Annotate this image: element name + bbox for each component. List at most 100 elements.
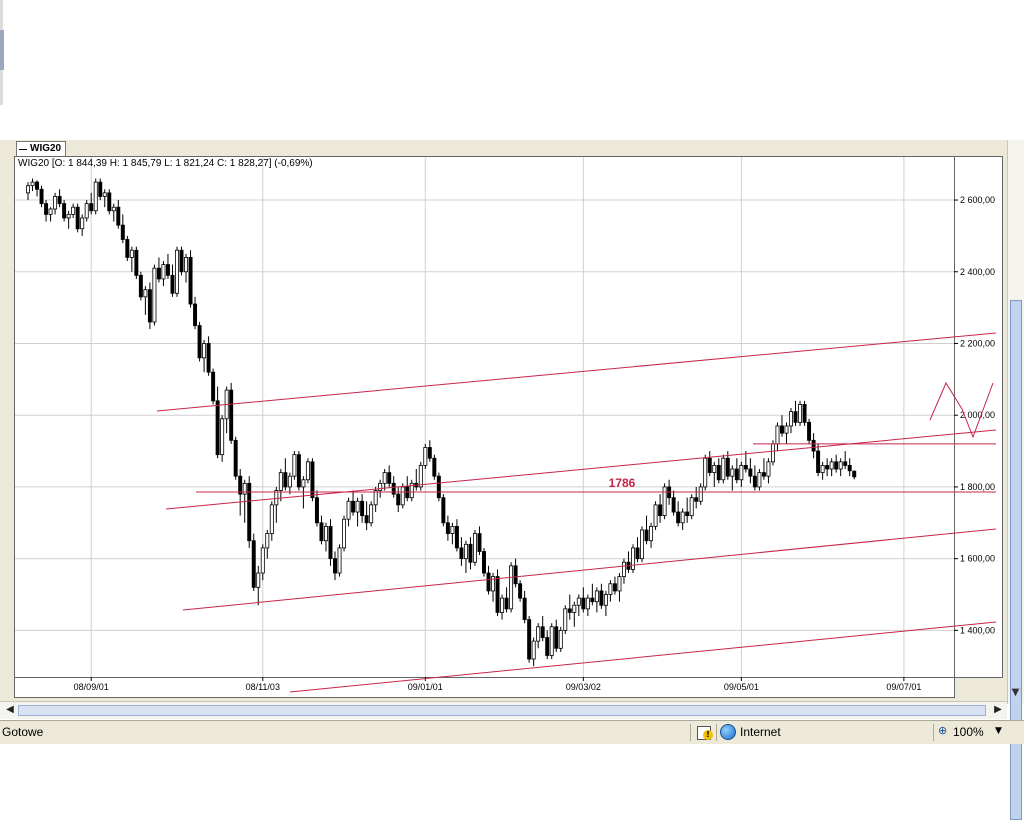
candle-up [53,196,58,210]
candle-up [531,640,536,660]
candle-up [820,465,825,473]
candle-down [581,597,586,610]
globe-icon [720,724,736,740]
candle-down [635,547,640,560]
candle-up [242,482,247,495]
candle-up [712,465,717,473]
x-tick-label: 09/05/01 [724,682,759,692]
trend-channel-line [165,429,997,510]
candle-down [567,608,572,613]
candle-down [748,468,753,477]
candle-down [468,543,473,563]
candle-up [355,500,360,513]
candle-up [789,411,793,427]
candle-down [387,472,392,484]
candle-up [373,490,378,506]
candle-up [536,626,541,642]
level-label: 1786 [609,476,636,490]
candle-up [680,511,685,524]
candle-down [545,637,550,656]
candle-down [707,457,712,473]
candle-up [129,249,134,258]
candle-down [852,470,857,478]
candle-down [527,619,532,660]
horizontal-scrollbar-thumb[interactable] [18,705,986,716]
candle-down [391,482,396,495]
candle-down [436,475,441,499]
candle-up [378,482,383,491]
candle-up [829,461,834,470]
candle-up [84,203,89,219]
scroll-left-arrow-icon[interactable]: ◀ [2,702,18,718]
security-zone-label: Internet [740,725,781,739]
candle-down [193,303,198,326]
candle-up [549,626,554,656]
candle-down [89,203,94,212]
status-bar: Gotowe ! Internet ⊕ 100% ▼ [0,720,1024,744]
scroll-right-arrow-icon[interactable]: ▶ [990,702,1006,718]
candle-up [640,529,644,560]
candle-up [152,267,157,323]
candle-up [509,565,514,610]
candle-up [93,181,98,212]
candle-up [649,525,654,542]
candle-up [274,490,279,506]
candlestick-chart: 2 600,00 2 400,00 2 200,00 2 000,00 1 800,00… [15,157,997,693]
candle-up [730,468,735,477]
zoom-level[interactable]: 100% [953,725,984,739]
candle-down [459,547,464,560]
candle-down [807,421,812,441]
candle-down [599,590,604,606]
candle-down [495,576,500,613]
candle-down [165,264,170,276]
candle-down [75,206,80,230]
candle-down [116,206,121,226]
candle-down [432,457,437,477]
y-tick-label: 2 000,00 [960,410,995,420]
candle-down [847,465,852,472]
candle-up [608,583,613,595]
vertical-scrollbar[interactable] [1007,140,1024,820]
candle-down [179,249,184,273]
candle-down [716,465,721,481]
warning-icon[interactable]: ! [703,730,713,740]
candle-up [346,500,351,520]
status-separator [716,724,717,741]
candle-down [445,522,450,534]
candle-down [486,572,491,592]
candle-up [48,208,53,215]
candle-down [441,497,446,524]
candle-down [197,325,202,359]
candle-down [513,565,518,585]
candle-down [427,447,432,459]
candle-up [721,457,726,481]
candle-down [364,515,369,524]
candle-down [35,181,40,190]
candle-up [703,457,708,488]
candle-down [188,257,193,305]
candle-down [147,289,152,323]
y-tick-label: 1 600,00 [960,554,995,564]
candle-up [558,629,563,649]
candle-down [170,274,175,294]
candle-down [215,400,220,456]
candle-down [57,196,62,205]
candle-up [111,206,116,212]
candle-down [590,597,595,603]
candle-down [793,411,798,423]
candle-down [62,203,67,219]
zoom-dropdown-icon[interactable]: ▼ [995,726,1002,736]
candle-down [107,192,112,212]
candle-up [463,543,468,560]
candle-up [184,257,189,273]
candle-down [138,274,143,298]
y-tick-label: 2 600,00 [960,195,995,205]
candle-up [400,486,405,506]
zoom-icon[interactable]: ⊕ [938,725,949,736]
scroll-down-arrow-icon[interactable]: ▼ [1007,684,1024,701]
candle-up [292,454,297,477]
candle-down [319,522,324,542]
candle-up [175,249,179,294]
candle-up [337,547,342,574]
horizontal-scrollbar[interactable] [0,701,1007,719]
